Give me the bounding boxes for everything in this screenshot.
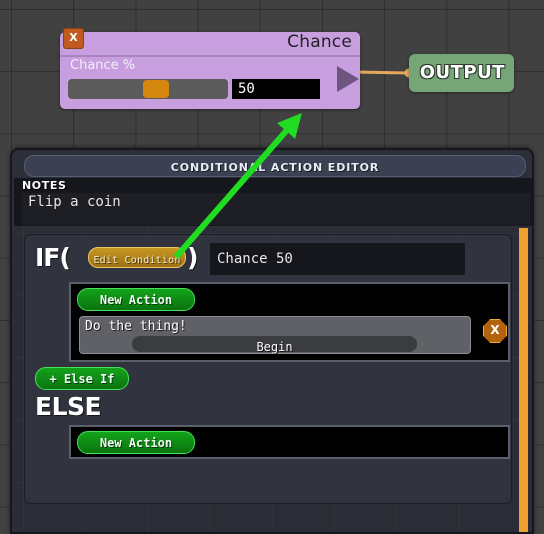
action-begin-label: Begin xyxy=(256,340,293,354)
conditional-action-editor-window[interactable]: CONDITIONAL ACTION EDITOR NOTES Flip a c… xyxy=(10,148,534,534)
editor-scrollbar-track[interactable] xyxy=(519,228,528,532)
add-else-if-button[interactable]: + Else If xyxy=(35,367,129,390)
notes-section: NOTES Flip a coin xyxy=(14,178,532,226)
else-actions-block: New Action xyxy=(69,425,510,459)
if-condition-row: IF( Edit Condition ) Chance 50 xyxy=(35,241,505,279)
node-title-row: X Chance xyxy=(60,28,360,57)
node-output-port-icon[interactable] xyxy=(337,66,359,92)
new-action-label-else: New Action xyxy=(99,436,173,450)
action-item[interactable]: Do the thing! Begin xyxy=(79,316,471,354)
chance-value-input[interactable]: 50 xyxy=(232,79,320,99)
slider-handle[interactable] xyxy=(143,80,169,98)
node-title: Chance xyxy=(287,32,352,52)
output-node-label: OUTPUT xyxy=(419,62,505,83)
then-actions-block: New Action Do the thing! Begin X xyxy=(69,282,510,362)
new-action-button-then[interactable]: New Action xyxy=(77,288,195,311)
if-block-panel: IF( Edit Condition ) Chance 50 New Actio… xyxy=(24,234,512,504)
editor-title: CONDITIONAL ACTION EDITOR xyxy=(170,161,380,174)
new-action-button-else[interactable]: New Action xyxy=(77,431,195,454)
editor-body-scroll-area[interactable]: IF( Edit Condition ) Chance 50 New Actio… xyxy=(14,228,532,532)
chance-slider[interactable] xyxy=(68,79,228,99)
action-begin-button[interactable]: Begin xyxy=(132,336,417,354)
notes-label: NOTES xyxy=(22,179,67,192)
edit-condition-label: Edit Condition xyxy=(93,255,181,266)
add-else-if-label: + Else If xyxy=(49,372,115,386)
action-delete-icon[interactable]: X xyxy=(483,319,507,343)
else-keyword: ELSE xyxy=(35,392,102,421)
action-title: Do the thing! xyxy=(85,319,187,334)
chance-percent-label: Chance % xyxy=(70,58,136,73)
close-icon[interactable]: X xyxy=(63,28,84,49)
editor-scrollbar-thumb[interactable] xyxy=(519,228,528,532)
edit-condition-button[interactable]: Edit Condition xyxy=(88,247,186,268)
new-action-label: New Action xyxy=(99,293,173,307)
condition-display-field[interactable]: Chance 50 xyxy=(210,243,465,275)
notes-input[interactable]: Flip a coin xyxy=(22,193,530,225)
output-node[interactable]: OUTPUT xyxy=(409,54,514,92)
editor-titlebar[interactable]: CONDITIONAL ACTION EDITOR xyxy=(24,155,526,177)
chance-node[interactable]: X Chance Chance % 50 xyxy=(60,28,360,109)
if-keyword: IF( xyxy=(35,243,71,272)
if-close-paren: ) xyxy=(187,243,199,272)
